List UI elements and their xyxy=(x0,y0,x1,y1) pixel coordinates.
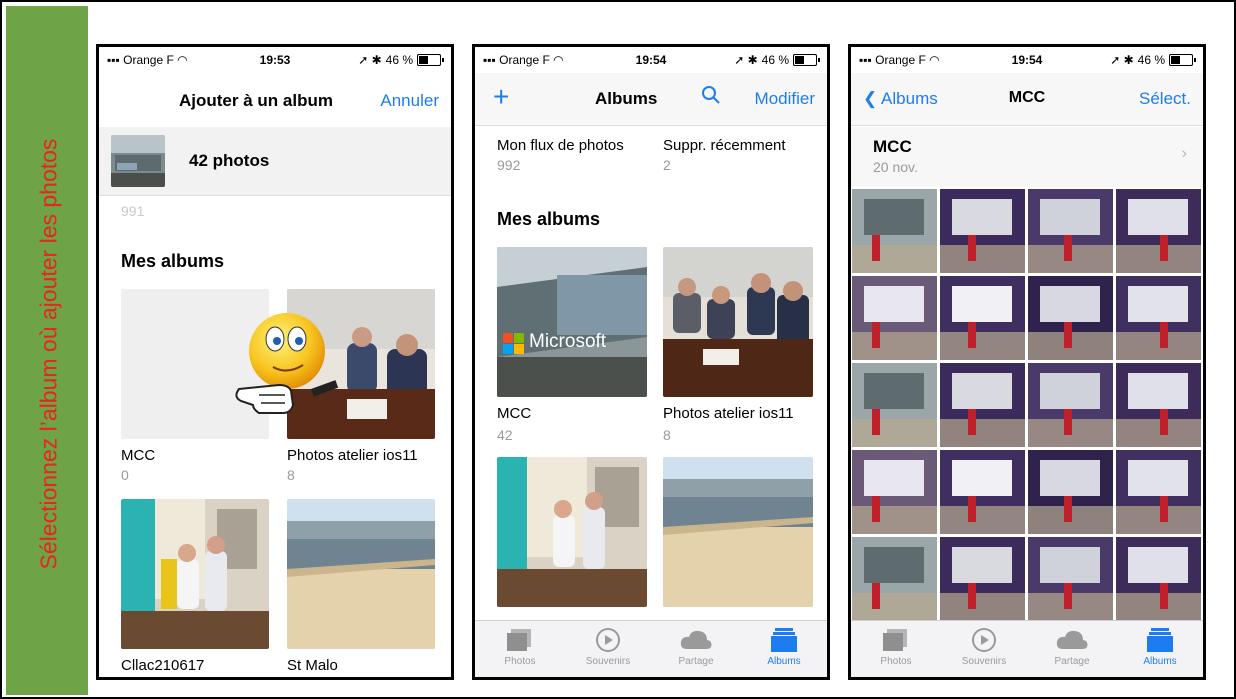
microsoft-logo-text: Microsoft xyxy=(529,331,607,352)
chevron-right-icon: › xyxy=(1181,145,1187,162)
phone-screen-albums: ▪▪▪ Orange F ◠ 19:54 ➚ ✱ 46 % + Albums M… xyxy=(472,44,830,680)
photos-icon xyxy=(883,629,907,651)
photo-thumbnail[interactable] xyxy=(940,276,1025,360)
tab-bar: Photos Souvenirs Partage Albums xyxy=(851,620,1203,677)
section-title: Mes albums xyxy=(497,209,601,229)
add-album-button[interactable]: + xyxy=(493,81,509,113)
photo-thumbnail[interactable] xyxy=(1116,276,1201,360)
photo-thumbnail[interactable] xyxy=(940,450,1025,534)
photo-count: 42 photos xyxy=(189,151,270,170)
battery-icon xyxy=(1169,54,1196,66)
album-name: Photos atelier ios11 xyxy=(287,447,418,464)
album-name: MCC xyxy=(497,405,532,422)
album-count: 0 xyxy=(121,467,129,483)
photo-thumbnail[interactable] xyxy=(1116,537,1201,621)
tab-memories[interactable]: Souvenirs xyxy=(573,627,643,667)
album-count: 8 xyxy=(663,427,671,443)
nav-bar: + Albums Modifier xyxy=(475,73,827,126)
tab-bar: Photos Souvenirs Partage Albums xyxy=(475,620,827,677)
select-button[interactable]: Sélect. xyxy=(1139,89,1191,109)
faded-count: 991 xyxy=(121,203,145,219)
photo-thumbnail[interactable] xyxy=(1028,363,1113,447)
albums-icon xyxy=(1147,628,1173,652)
album-name: St Malo xyxy=(287,657,338,674)
photo-thumbnail[interactable] xyxy=(1028,450,1113,534)
instruction-sidebar: Sélectionnez l’album où ajouter les phot… xyxy=(6,6,88,695)
phone-screen-add-to-album: ▪▪▪ Orange F ◠ 19:53 ➚ ✱ 46 % Ajouter à … xyxy=(96,44,454,680)
photo-thumbnail[interactable] xyxy=(1116,450,1201,534)
status-bar: ▪▪▪ Orange F ◠ 19:54 ➚ ✱ 46 % xyxy=(851,47,1203,73)
tab-shared[interactable]: Partage xyxy=(1037,627,1107,667)
album-count: 8 xyxy=(287,467,295,483)
album-name[interactable]: Mon flux de photos xyxy=(497,137,624,154)
photo-thumbnail[interactable] xyxy=(1028,189,1113,273)
photos-icon xyxy=(507,629,531,651)
album-count: 42 xyxy=(497,427,513,443)
memories-icon xyxy=(972,628,996,652)
battery-status: ➚ ✱ 46 % xyxy=(734,53,820,67)
album-name: Photos atelier ios11 xyxy=(663,405,794,422)
photo-thumbnail[interactable] xyxy=(1028,276,1113,360)
photo-thumbnail[interactable] xyxy=(940,189,1025,273)
photo-thumbnail[interactable] xyxy=(852,450,937,534)
photo-grid xyxy=(851,187,1203,621)
album-count: 992 xyxy=(497,157,521,173)
albums-icon xyxy=(771,628,797,652)
album-tile-st-malo[interactable] xyxy=(663,457,813,607)
photo-thumbnail[interactable] xyxy=(852,189,937,273)
tab-albums[interactable]: Albums xyxy=(1125,627,1195,667)
photo-thumbnail[interactable] xyxy=(852,363,937,447)
album-title: MCC xyxy=(873,137,912,156)
tab-photos[interactable]: Photos xyxy=(485,627,555,667)
nav-bar: Ajouter à un album Annuler xyxy=(99,73,451,125)
search-icon[interactable] xyxy=(701,85,721,110)
photo-thumbnail[interactable] xyxy=(852,276,937,360)
album-name: Cllac210617 xyxy=(121,657,205,674)
album-name[interactable]: Suppr. récemment xyxy=(663,137,786,154)
photo-thumbnail[interactable] xyxy=(940,537,1025,621)
slide-frame: Sélectionnez l’album où ajouter les phot… xyxy=(0,0,1236,699)
edit-button[interactable]: Modifier xyxy=(755,89,815,109)
instruction-text: Sélectionnez l’album où ajouter les phot… xyxy=(35,138,62,570)
pointing-smiley-icon xyxy=(219,309,339,419)
cloud-icon xyxy=(1056,630,1088,649)
tab-photos[interactable]: Photos xyxy=(861,627,931,667)
photo-thumbnail[interactable] xyxy=(852,537,937,621)
selection-thumbnail xyxy=(111,135,165,187)
cancel-button[interactable]: Annuler xyxy=(380,91,439,111)
battery-icon xyxy=(793,54,820,66)
album-name: MCC xyxy=(121,447,156,464)
battery-status: ➚ ✱ 46 % xyxy=(1110,53,1196,67)
album-tile-st-malo[interactable] xyxy=(287,499,435,649)
album-tile-cllac[interactable] xyxy=(121,499,269,649)
selection-summary: 42 photos xyxy=(99,127,451,196)
page-title: Albums xyxy=(595,89,658,108)
section-title: Mes albums xyxy=(121,251,225,271)
memories-icon xyxy=(596,628,620,652)
nav-bar: ❮ Albums MCC Sélect. xyxy=(851,73,1203,126)
status-bar: ▪▪▪ Orange F ◠ 19:53 ➚ ✱ 46 % xyxy=(99,47,451,73)
battery-status: ➚ ✱ 46 % xyxy=(358,53,444,67)
album-tile-mcc[interactable]: Microsoft xyxy=(497,247,647,397)
battery-icon xyxy=(417,54,444,66)
cloud-icon xyxy=(680,630,712,649)
tab-memories[interactable]: Souvenirs xyxy=(949,627,1019,667)
album-header[interactable]: MCC 20 nov. › xyxy=(851,127,1203,187)
tab-albums[interactable]: Albums xyxy=(749,627,819,667)
photo-thumbnail[interactable] xyxy=(1116,189,1201,273)
album-tile-photos-atelier[interactable] xyxy=(663,247,813,397)
album-tile-cllac[interactable] xyxy=(497,457,647,607)
page-title: Ajouter à un album xyxy=(179,91,333,110)
photo-thumbnail[interactable] xyxy=(940,363,1025,447)
album-date: 20 nov. xyxy=(873,159,918,175)
status-bar: ▪▪▪ Orange F ◠ 19:54 ➚ ✱ 46 % xyxy=(475,47,827,73)
tab-shared[interactable]: Partage xyxy=(661,627,731,667)
photo-thumbnail[interactable] xyxy=(1116,363,1201,447)
photo-thumbnail[interactable] xyxy=(1028,537,1113,621)
phone-screen-mcc-album: ▪▪▪ Orange F ◠ 19:54 ➚ ✱ 46 % ❮ Albums M… xyxy=(848,44,1206,680)
album-count: 2 xyxy=(663,157,671,173)
